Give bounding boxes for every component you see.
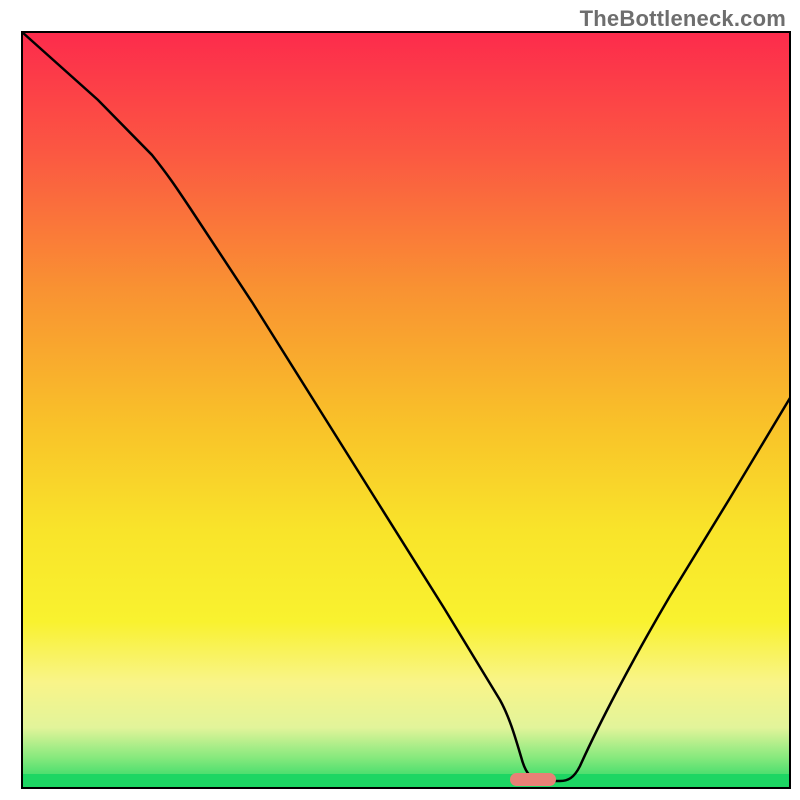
gradient-background — [22, 32, 790, 788]
watermark-text: TheBottleneck.com — [580, 6, 786, 32]
optimal-range-marker — [510, 773, 556, 786]
plot-area — [22, 32, 790, 788]
bottleneck-chart: TheBottleneck.com — [0, 0, 800, 800]
green-baseline-band — [22, 774, 790, 788]
chart-svg — [0, 0, 800, 800]
